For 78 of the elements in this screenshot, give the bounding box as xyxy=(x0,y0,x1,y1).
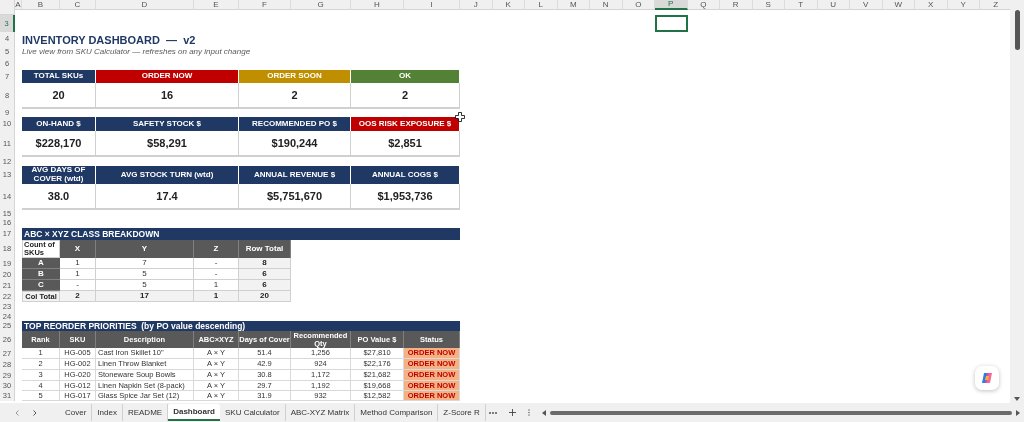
row-label: B xyxy=(22,269,60,280)
column-header[interactable]: L xyxy=(525,0,558,10)
row-label: C xyxy=(22,280,60,291)
kpi-value: $2,851 xyxy=(351,131,460,157)
column-header[interactable]: C xyxy=(60,0,96,10)
column-heading: Z xyxy=(194,240,239,258)
table-cell: 1 xyxy=(60,258,96,269)
column-header[interactable]: N xyxy=(590,0,623,10)
column-header[interactable]: Y xyxy=(947,0,980,10)
kpi-label: RECOMMENDED PO $ xyxy=(239,117,351,131)
column-header[interactable]: K xyxy=(492,0,525,10)
kpi-label: ANNUAL COGS $ xyxy=(351,166,460,184)
kpi-value: 20 xyxy=(22,83,96,109)
kpi-value: $58,291 xyxy=(96,131,239,157)
column-header[interactable]: G xyxy=(291,0,351,10)
kpi-value: $1,953,736 xyxy=(351,184,460,210)
table-cell: 1 xyxy=(60,269,96,280)
kpi-label: TOTAL SKUs xyxy=(22,70,96,83)
table-cell: 5 xyxy=(96,269,194,280)
kpi-value: 38.0 xyxy=(22,184,96,210)
kpi-value: 16 xyxy=(96,83,239,109)
column-header[interactable]: J xyxy=(460,0,493,10)
table-cell: 20 xyxy=(239,291,291,302)
kpi-label: ORDER NOW xyxy=(96,70,239,83)
column-header[interactable]: E xyxy=(194,0,239,10)
table-cell: 2 xyxy=(60,291,96,302)
sheet-tab[interactable]: Cover xyxy=(60,404,93,421)
column-header[interactable]: Z xyxy=(980,0,1010,10)
table-cell: 6 xyxy=(239,269,291,280)
table-cell: 6 xyxy=(239,280,291,291)
sheet-tab[interactable]: Method Comparison xyxy=(355,404,439,421)
section-title: ABC × XYZ CLASS BREAKDOWN xyxy=(22,228,460,240)
kpi-value: $228,170 xyxy=(22,131,96,157)
column-header[interactable]: M xyxy=(557,0,590,10)
column-heading: Row Total xyxy=(239,240,291,258)
column-header[interactable]: X xyxy=(915,0,948,10)
kpi-label: AVG STOCK TURN (wtd) xyxy=(96,166,239,184)
column-header[interactable]: H xyxy=(351,0,404,10)
column-header[interactable]: T xyxy=(785,0,818,10)
kpi-value: 2 xyxy=(351,83,460,109)
sheet-tab[interactable]: Dashboard xyxy=(168,404,220,421)
kpi-label: SAFETY STOCK $ xyxy=(96,117,239,131)
kpi-value: $5,751,670 xyxy=(239,184,351,210)
column-header[interactable]: R xyxy=(720,0,753,10)
column-header[interactable]: Q xyxy=(687,0,720,10)
dashboard-title: INVENTORY DASHBOARD — v2 xyxy=(22,35,197,46)
table-cell: 8 xyxy=(239,258,291,269)
kpi-value: 17.4 xyxy=(96,184,239,210)
column-header[interactable]: S xyxy=(752,0,785,10)
kpi-label: ON-HAND $ xyxy=(22,117,96,131)
column-header[interactable]: D xyxy=(96,0,194,10)
table-cell: 1 xyxy=(194,291,239,302)
row-label: A xyxy=(22,258,60,269)
column-header[interactable]: W xyxy=(882,0,915,10)
sheet-tab[interactable]: ABC-XYZ Matrix xyxy=(285,404,356,421)
kpi-value: $190,244 xyxy=(239,131,351,157)
table-cell: 7 xyxy=(96,258,194,269)
kpi-label: OOS RISK EXPOSURE $ xyxy=(351,117,460,131)
kpi-label: ANNUAL REVENUE $ xyxy=(239,166,351,184)
dashboard-subtitle: Live view from SKU Calculator — refreshes on any input change xyxy=(22,48,252,56)
column-heading: X xyxy=(60,240,96,258)
column-header[interactable]: B xyxy=(22,0,60,10)
column-heading: Y xyxy=(96,240,194,258)
section-title: TOP REORDER PRIORITIES (by PO value descending) xyxy=(22,321,460,331)
sheet-tab[interactable]: Z-Score R xyxy=(438,404,486,421)
kpi-label: ORDER SOON xyxy=(239,70,351,83)
column-header[interactable]: O xyxy=(622,0,655,10)
column-header[interactable]: I xyxy=(404,0,460,10)
table-cell: 17 xyxy=(96,291,194,302)
kpi-label: AVG DAYS OF COVER (wtd) xyxy=(22,166,96,184)
sheet-tab[interactable]: SKU Calculator xyxy=(219,404,286,421)
kpi-label: OK xyxy=(351,70,460,83)
column-header[interactable]: P xyxy=(655,0,688,10)
sheet-tab[interactable]: Index xyxy=(92,404,123,421)
column-header[interactable]: U xyxy=(817,0,850,10)
column-header[interactable]: V xyxy=(850,0,883,10)
column-header[interactable]: F xyxy=(239,0,291,10)
kpi-value: 2 xyxy=(239,83,351,109)
